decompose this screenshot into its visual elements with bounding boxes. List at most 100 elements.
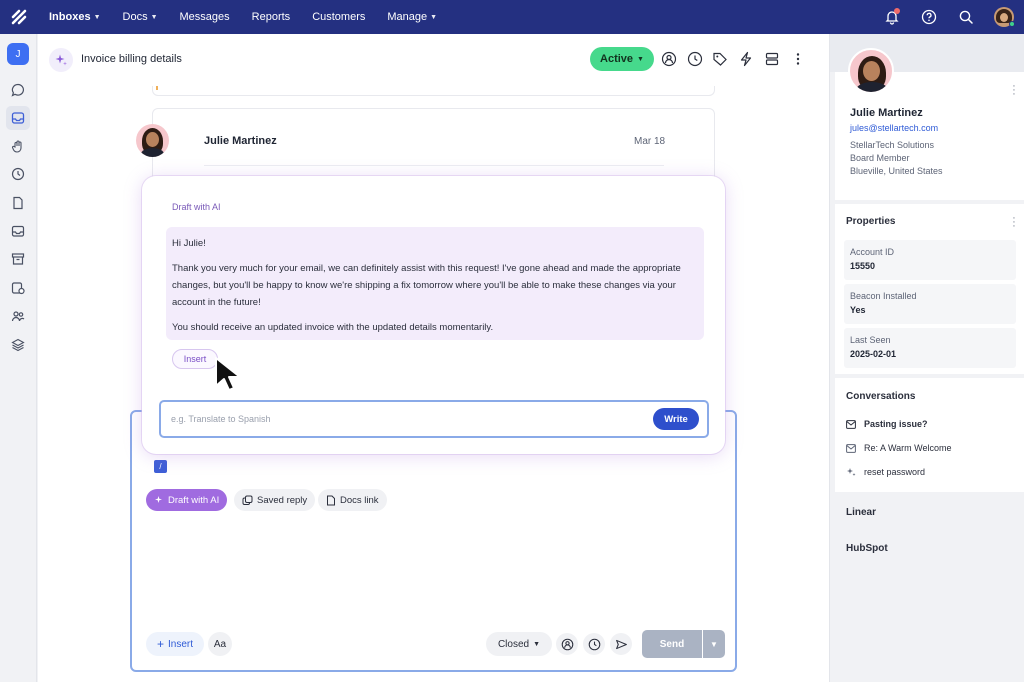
inbox-icon[interactable] (6, 106, 30, 130)
tag-icon[interactable] (709, 48, 731, 70)
layers-icon[interactable] (6, 333, 30, 357)
nav-messages[interactable]: Messages (169, 0, 241, 34)
ai-draft-panel: Draft with AI Hi Julie! Thank you very m… (142, 176, 725, 454)
chevron-down-icon: ▼ (430, 14, 438, 21)
avatar (136, 124, 169, 157)
ai-prompt-input[interactable] (171, 411, 621, 427)
insert-draft-button[interactable]: Insert (172, 349, 218, 369)
send-options-chevron-icon[interactable]: ▼ (703, 630, 725, 658)
snooze-icon[interactable] (684, 48, 706, 70)
more-icon[interactable]: · · · (1009, 213, 1019, 232)
sparkle-icon (155, 496, 162, 503)
property-label: Last Seen (850, 335, 891, 345)
customer-name: Julie Martinez (850, 107, 923, 119)
avatar-shirt (856, 82, 888, 92)
clock-icon[interactable] (6, 162, 30, 186)
envelope-icon (846, 443, 856, 453)
filter-icon[interactable] (6, 276, 30, 300)
customer-email[interactable]: jules@stellartech.com (850, 123, 938, 133)
search-icon[interactable] (947, 0, 984, 34)
property-value: 2025-02-01 (850, 349, 897, 359)
write-button[interactable]: Write (653, 408, 699, 430)
nav-manage[interactable]: Manage ▼ (376, 0, 448, 34)
bell-icon[interactable] (873, 0, 910, 34)
message-date: Mar 18 (634, 136, 666, 147)
customer-location: Blueville, United States (850, 166, 943, 176)
property-label: Beacon Installed (850, 291, 917, 301)
conversation-item[interactable]: Pasting issue? (846, 417, 928, 431)
assign-icon[interactable] (556, 633, 578, 655)
integration-linear[interactable]: Linear (846, 507, 876, 518)
property-label: Account ID (850, 247, 895, 257)
status-after-send-label: Closed (497, 638, 530, 650)
nav-inboxes-label: Inboxes (49, 11, 91, 23)
workflow-icon[interactable] (735, 48, 757, 70)
customer-role: Board Member (850, 153, 910, 163)
avatar (848, 48, 894, 94)
more-icon[interactable] (787, 48, 809, 70)
saved-reply-label: Saved reply (257, 494, 308, 506)
nav-messages-label: Messages (179, 11, 230, 23)
plus-icon: + (156, 637, 164, 651)
nav-customers[interactable]: Customers (301, 0, 376, 34)
chevron-down-icon: ▼ (637, 55, 644, 63)
property-value: Yes (850, 305, 866, 315)
status-dropdown[interactable]: Active ▼ (590, 47, 654, 71)
user-avatar[interactable] (984, 0, 1024, 34)
online-status-dot (1009, 21, 1015, 27)
schedule-send-icon[interactable] (610, 633, 632, 655)
send-button[interactable]: Send (642, 630, 702, 658)
docs-link-button[interactable]: Docs link (318, 489, 387, 511)
sparkle-icon (847, 468, 856, 476)
ai-panel-label: Draft with AI (172, 202, 221, 212)
conversation-item-title: Re: A Warm Welcome (864, 443, 952, 453)
ai-sparkle-icon (49, 48, 73, 72)
nav-docs-label: Docs (122, 11, 148, 23)
ai-draft-paragraph: Hi Julie! (172, 238, 206, 249)
ai-draft-text: Hi Julie! Thank you very much for your e… (166, 227, 704, 340)
mailbox-avatar[interactable]: J (7, 43, 29, 65)
ai-draft-paragraph: You should receive an updated invoice wi… (172, 322, 494, 333)
nav-reports-label: Reports (251, 11, 291, 23)
previous-message-card (152, 86, 715, 96)
archive-icon[interactable] (6, 247, 30, 271)
conversation-item[interactable]: reset password (846, 465, 925, 479)
assign-icon[interactable] (658, 48, 680, 70)
note-indicator (156, 86, 158, 90)
conversation-title: Invoice billing details (81, 53, 182, 65)
envelope-icon (846, 419, 856, 429)
avatar-shirt (141, 148, 164, 157)
snooze-icon[interactable] (583, 633, 605, 655)
hand-icon[interactable] (6, 134, 30, 158)
people-icon[interactable] (6, 304, 30, 328)
saved-reply-button[interactable]: Saved reply (234, 489, 316, 511)
properties-title: Properties (846, 216, 896, 227)
customer-company: StellarTech Solutions (850, 140, 935, 150)
insert-label: Insert (168, 638, 194, 650)
ai-prompt-field: Write (159, 400, 709, 438)
nav-docs[interactable]: Docs ▼ (112, 0, 169, 34)
helpscout-logo-icon[interactable] (0, 0, 38, 34)
chat-icon[interactable] (6, 78, 30, 102)
help-icon[interactable] (910, 0, 947, 34)
properties-card: Properties · · · Account ID 15550 Beacon I… (835, 204, 1024, 374)
status-after-send-dropdown[interactable]: Closed ▼ (486, 632, 552, 656)
integration-hubspot[interactable]: HubSpot (846, 543, 888, 554)
docs-link-label: Docs link (340, 494, 379, 506)
nav-customers-label: Customers (312, 11, 366, 23)
document-icon[interactable] (6, 191, 30, 215)
slash-command-chip[interactable]: / (154, 460, 167, 473)
avatar-face (146, 132, 159, 147)
avatar-face (863, 61, 880, 81)
mailbox-icon[interactable] (6, 219, 30, 243)
nav-reports[interactable]: Reports (241, 0, 302, 34)
insert-button[interactable]: + Insert (146, 632, 204, 656)
conversations-title: Conversations (846, 391, 916, 402)
layout-icon[interactable] (761, 48, 783, 70)
property-value: 15550 (850, 261, 876, 271)
text-format-button[interactable]: Aa (208, 632, 232, 656)
conversation-item[interactable]: Re: A Warm Welcome (846, 441, 952, 455)
draft-with-ai-button[interactable]: Draft with AI (146, 489, 228, 511)
more-icon[interactable]: · · · (1009, 81, 1019, 100)
nav-inboxes[interactable]: Inboxes ▼ (38, 0, 112, 34)
